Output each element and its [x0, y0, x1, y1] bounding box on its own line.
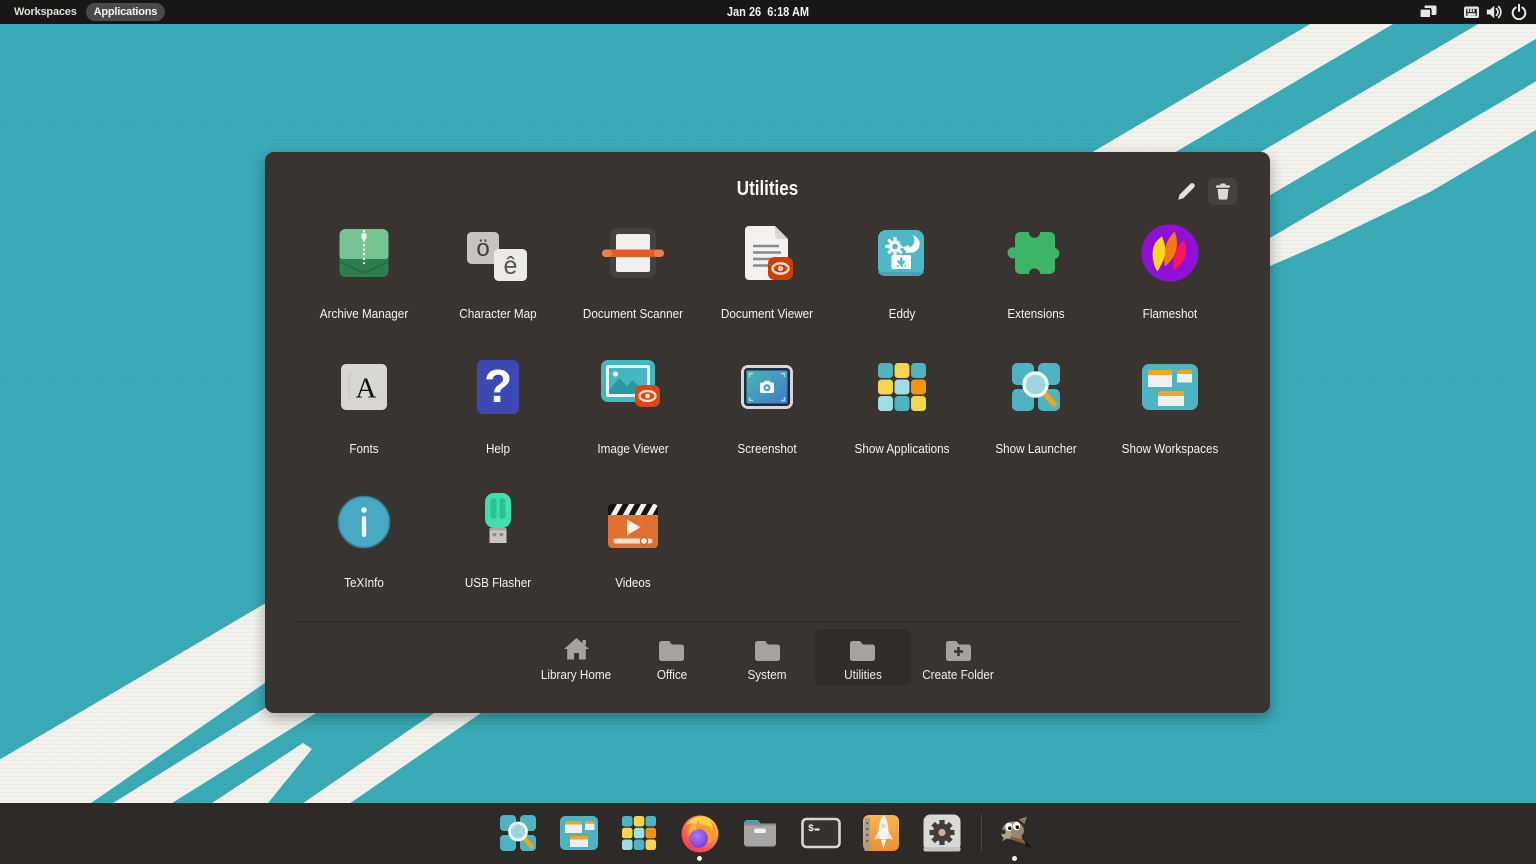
svg-text:?: ? [484, 360, 512, 412]
svg-text:A: A [356, 373, 377, 405]
svg-text:ê: ê [504, 252, 518, 280]
svg-text:$: $ [808, 823, 814, 835]
svg-text:ö: ö [477, 235, 490, 262]
